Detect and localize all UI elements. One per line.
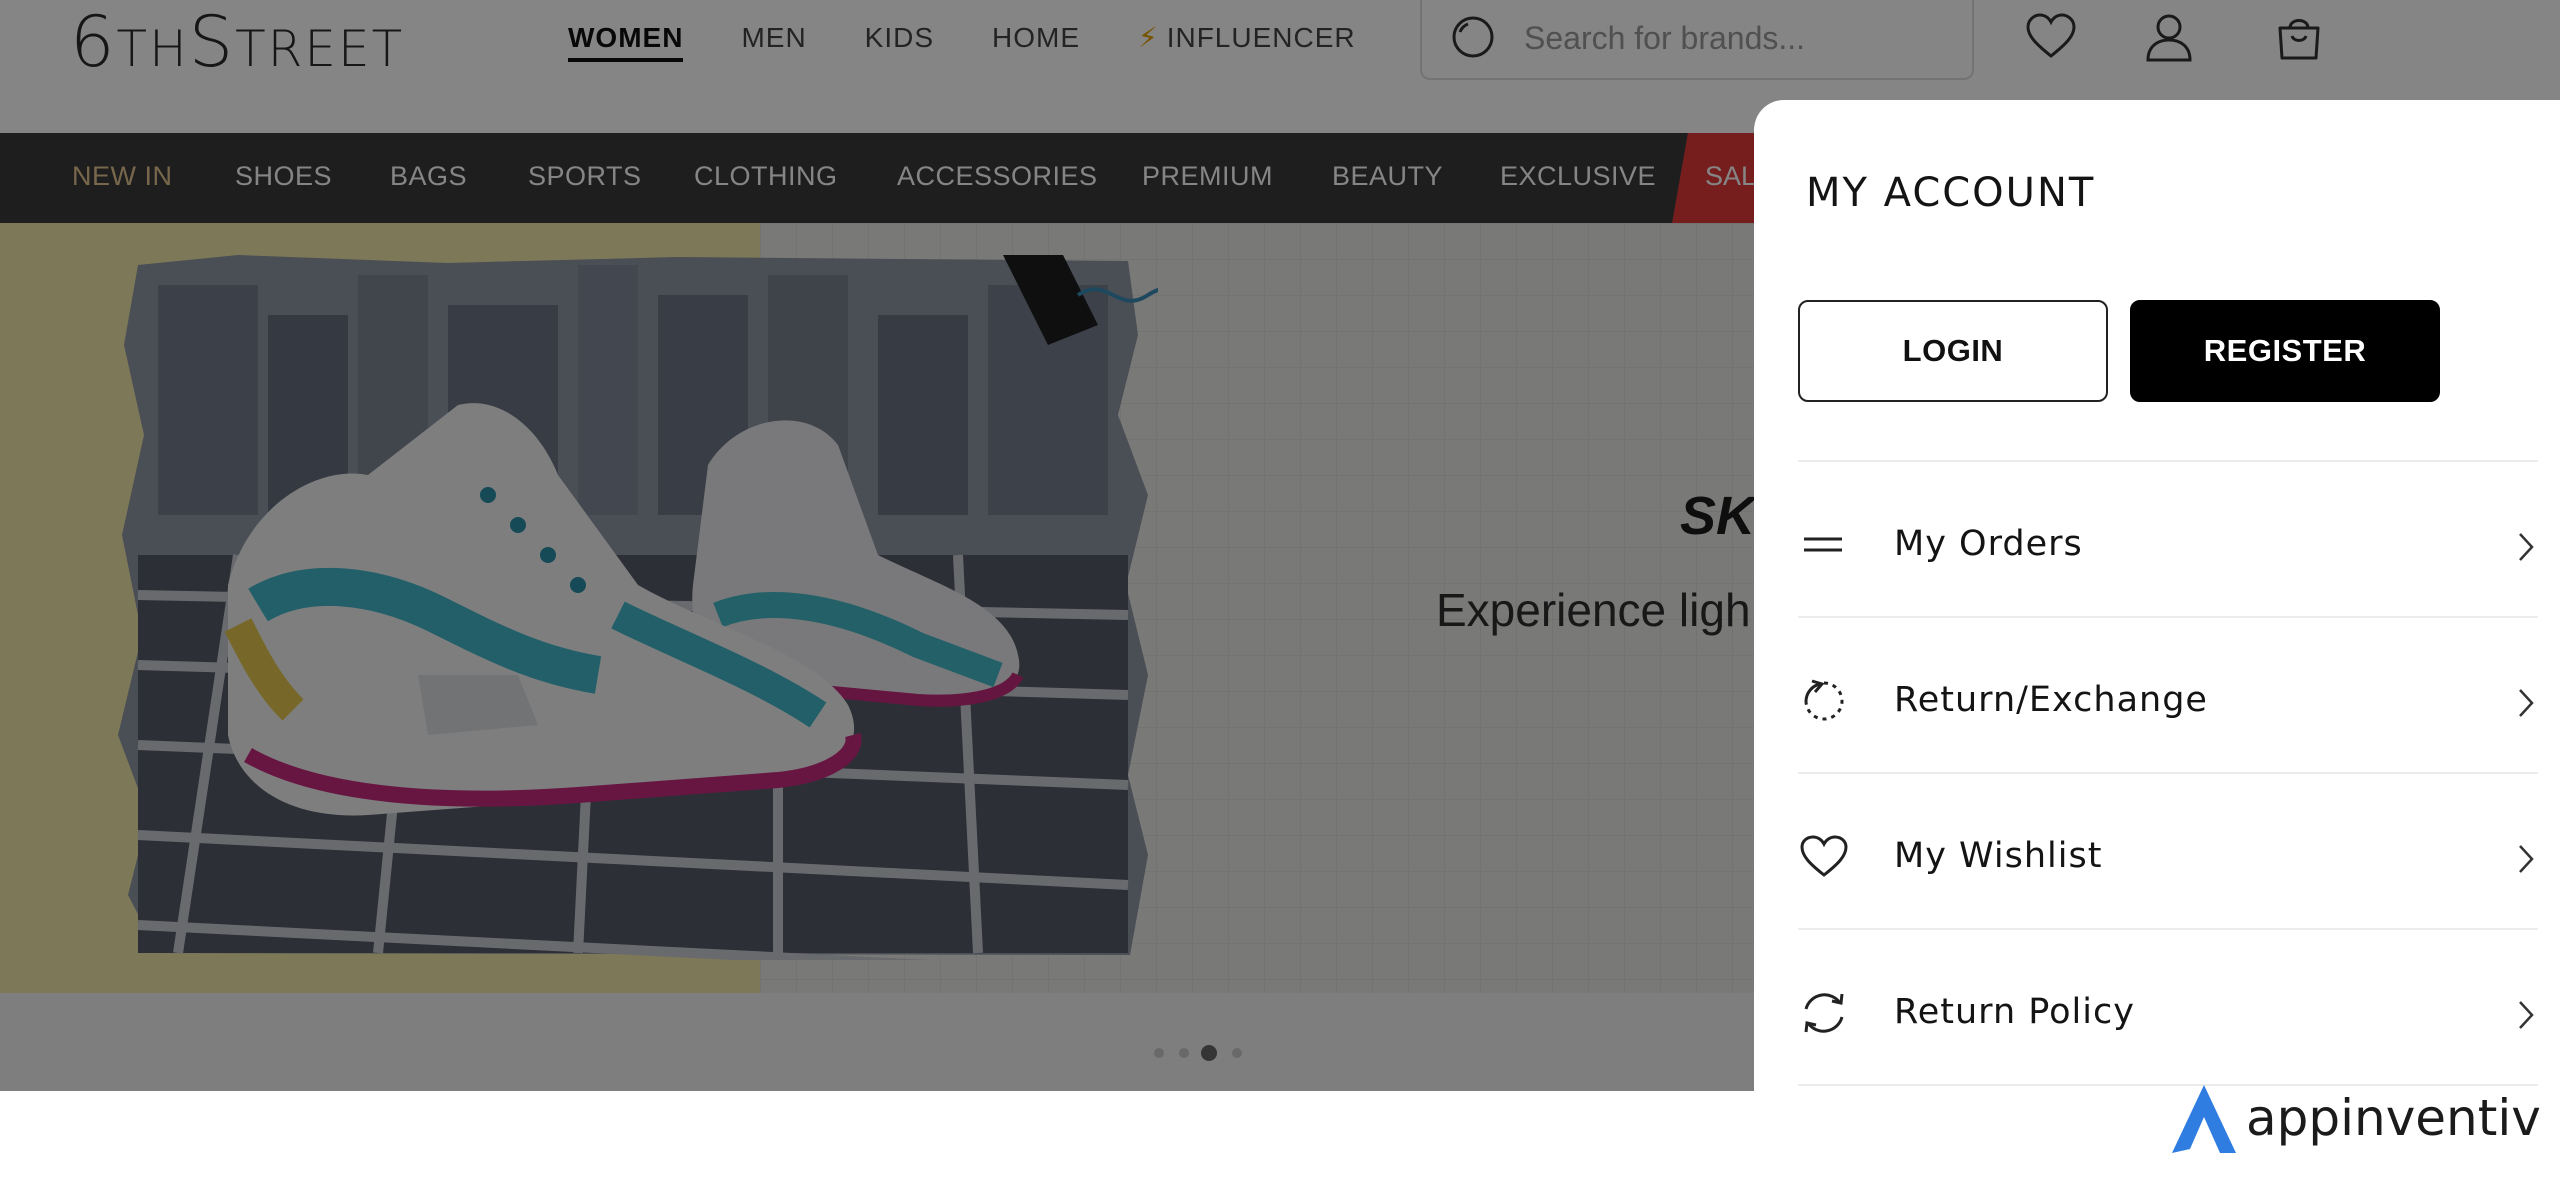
panel-title: MY ACCOUNT [1806,170,2096,216]
menu-item-my-wishlist[interactable]: My Wishlist [1798,774,2538,928]
menu-item-return-policy[interactable]: Return Policy [1798,930,2538,1084]
chevron-right-icon [2519,845,2534,873]
register-button[interactable]: REGISTER [2130,300,2440,402]
menu-item-label: Return Policy [1894,992,2135,1032]
chevron-right-icon [2519,689,2534,717]
menu-item-return-exchange[interactable]: Return/Exchange [1798,618,2538,772]
menu-item-label: My Wishlist [1894,836,2103,876]
heart-icon [1800,835,1848,877]
orders-icon [1804,537,1842,552]
appinventiv-logo-icon [2172,1085,2236,1153]
my-account-panel: MY ACCOUNT LOGIN REGISTER My Orders Retu… [1754,100,2560,1178]
menu-item-my-orders[interactable]: My Orders [1798,462,2538,616]
menu-item-label: Return/Exchange [1894,680,2208,720]
watermark-text: appinventiv [2246,1089,2541,1147]
appinventiv-watermark: appinventiv [2166,1078,2541,1158]
refresh-icon [1804,993,1844,1033]
menu-item-label: My Orders [1894,524,2083,564]
login-button[interactable]: LOGIN [1798,300,2108,402]
chevron-right-icon [2519,1001,2534,1029]
chevron-right-icon [2519,533,2534,561]
return-exchange-icon [1804,679,1844,721]
